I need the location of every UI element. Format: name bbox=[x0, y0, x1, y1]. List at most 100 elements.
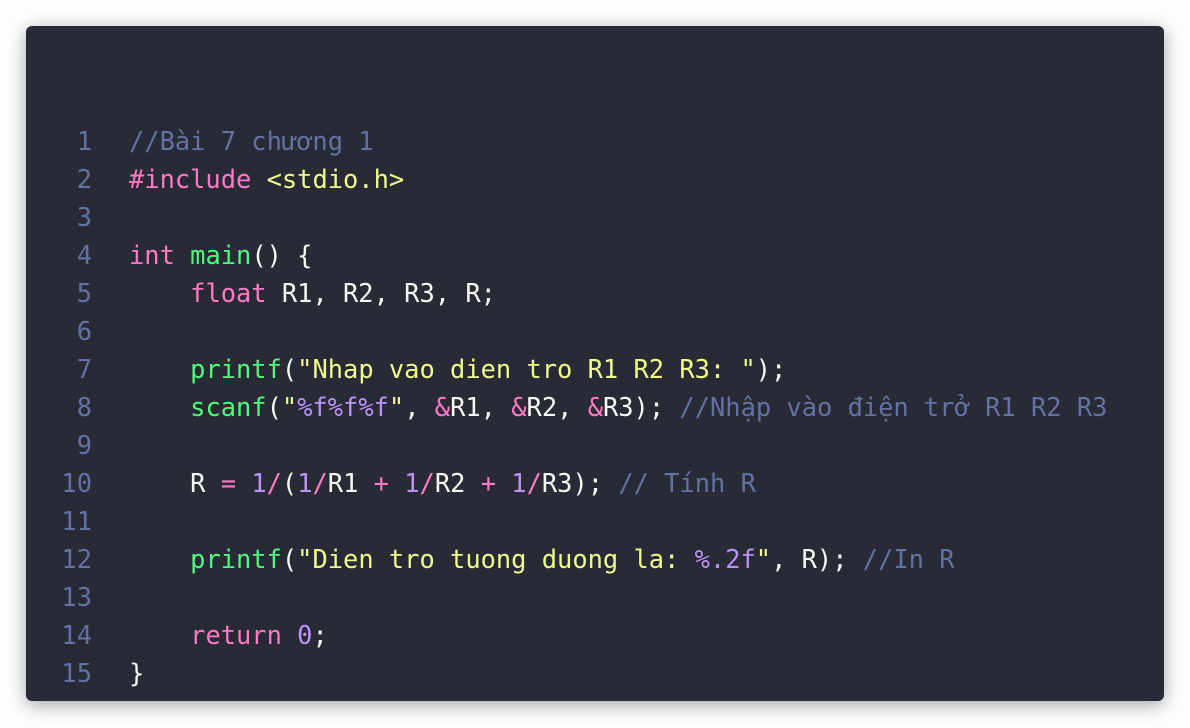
code-text: R1 bbox=[327, 468, 374, 498]
code-comment: //Nhập vào điện trở R1 R2 R3 bbox=[679, 392, 1108, 422]
line-source: #include <stdio.h> bbox=[129, 160, 404, 198]
code-string: "Nhap vao dien tro R1 R2 R3: " bbox=[297, 354, 756, 384]
code-line: 5 float R1, R2, R3, R; bbox=[26, 274, 1107, 312]
code-text: R3); bbox=[602, 392, 680, 422]
code-line: 8 scanf("%f%f%f", &R1, &R2, &R3); //Nhập… bbox=[26, 388, 1108, 426]
code-keyword: & bbox=[511, 392, 527, 422]
code-function: printf bbox=[190, 354, 282, 384]
code-keyword: float bbox=[190, 278, 267, 308]
code-keyword: / bbox=[526, 468, 542, 498]
code-text: R2, bbox=[526, 392, 588, 422]
line-number: 5 bbox=[76, 278, 92, 308]
code-text: ; bbox=[312, 620, 328, 650]
code-string: " bbox=[281, 392, 298, 422]
code-keyword: & bbox=[587, 392, 603, 422]
code-line: 12 printf("Dien tro tuong duong la: %.2f… bbox=[26, 540, 1107, 578]
code-comment: //Bài 7 chương 1 bbox=[129, 126, 374, 156]
code-line: 7 printf("Nhap vao dien tro R1 R2 R3: ")… bbox=[26, 350, 1107, 388]
code-line: 1 //Bài 7 chương 1 bbox=[26, 122, 1107, 160]
code-text: R1, bbox=[450, 392, 512, 422]
code-line: 2 #include <stdio.h> bbox=[26, 160, 1107, 198]
code-keyword: = bbox=[220, 468, 237, 498]
line-source: //Bài 7 chương 1 bbox=[129, 122, 374, 160]
line-number: 10 bbox=[61, 468, 92, 498]
code-line: 4 int main() { bbox=[26, 236, 1107, 274]
line-source: R = 1/(1/R1 + 1/R2 + 1/R3); // Tính R bbox=[129, 464, 756, 502]
code-text: ( bbox=[266, 392, 282, 422]
line-number: 14 bbox=[61, 620, 92, 650]
code-keyword: / bbox=[266, 468, 282, 498]
code-line: 6 bbox=[26, 312, 1107, 350]
line-source: return 0; bbox=[129, 616, 328, 654]
code-line: 11 bbox=[26, 502, 1107, 540]
code-text: , R); bbox=[771, 544, 863, 574]
line-number: 4 bbox=[76, 240, 92, 270]
code-text: ( bbox=[281, 354, 298, 384]
code-line: 10 R = 1/(1/R1 + 1/R2 + 1/R3); // Tính R bbox=[26, 464, 1107, 502]
code-string: " bbox=[388, 392, 405, 422]
code-comment: // Tính R bbox=[618, 468, 756, 498]
line-number: 12 bbox=[61, 544, 92, 574]
code-number: 1 bbox=[511, 468, 527, 498]
code-text: R bbox=[129, 468, 221, 498]
line-source: int main() { bbox=[129, 236, 312, 274]
line-number: 1 bbox=[76, 126, 92, 156]
code-keyword: + bbox=[373, 468, 389, 498]
code-block: 1 //Bài 7 chương 1 2 #include <stdio.h> 3 4 in… bbox=[26, 26, 1164, 701]
code-keyword: & bbox=[434, 392, 451, 422]
code-number: %f%f%f bbox=[297, 392, 389, 422]
code-string: "Dien tro tuong duong la: bbox=[297, 544, 695, 574]
code-number: 1 bbox=[297, 468, 313, 498]
code-text: R1, R2, R3, R; bbox=[266, 278, 496, 308]
line-source: scanf("%f%f%f", &R1, &R2, &R3); //Nhập v… bbox=[129, 388, 1107, 426]
code-text: R3); bbox=[541, 468, 619, 498]
line-number: 6 bbox=[76, 316, 92, 346]
code-keyword: int bbox=[129, 240, 175, 270]
code-text: () { bbox=[251, 240, 313, 270]
code-number: 1 bbox=[251, 468, 267, 498]
code-text: ( bbox=[281, 544, 298, 574]
code-string: <stdio.h> bbox=[266, 164, 405, 194]
code-keyword: / bbox=[419, 468, 435, 498]
code-function: scanf bbox=[190, 392, 267, 422]
code-line: 15} bbox=[26, 654, 1107, 692]
code-keyword: + bbox=[480, 468, 496, 498]
code-text: } bbox=[129, 658, 145, 688]
code-keyword: / bbox=[312, 468, 328, 498]
code-comment: //In R bbox=[862, 544, 955, 574]
code-line: 3 bbox=[26, 198, 1107, 236]
line-number: 7 bbox=[76, 354, 92, 384]
line-source: printf("Nhap vao dien tro R1 R2 R3: "); bbox=[129, 350, 786, 388]
code-line: 9 bbox=[26, 426, 1107, 464]
code-number: 0 bbox=[297, 620, 313, 650]
code-number: %.2f bbox=[694, 544, 756, 574]
line-source: float R1, R2, R3, R; bbox=[129, 274, 496, 312]
code-text: ); bbox=[755, 354, 787, 384]
code-number: 1 bbox=[404, 468, 420, 498]
line-number: 13 bbox=[61, 582, 92, 612]
line-source: } bbox=[129, 654, 144, 692]
code-line: 14 return 0; bbox=[26, 616, 1107, 654]
code-function: main bbox=[190, 240, 252, 270]
code-text: , bbox=[404, 392, 435, 422]
line-number: 2 bbox=[76, 164, 92, 194]
code-function: printf bbox=[190, 544, 282, 574]
code-string: " bbox=[755, 544, 772, 574]
code-text: ( bbox=[281, 468, 298, 498]
code-line: 13 bbox=[26, 578, 1107, 616]
code-listing: 1 //Bài 7 chương 1 2 #include <stdio.h> 3 4 in… bbox=[26, 122, 1107, 692]
line-number: 8 bbox=[76, 392, 92, 422]
code-text: R2 bbox=[434, 468, 481, 498]
line-source: printf("Dien tro tuong duong la: %.2f", … bbox=[129, 540, 955, 578]
line-number: 3 bbox=[76, 202, 92, 232]
